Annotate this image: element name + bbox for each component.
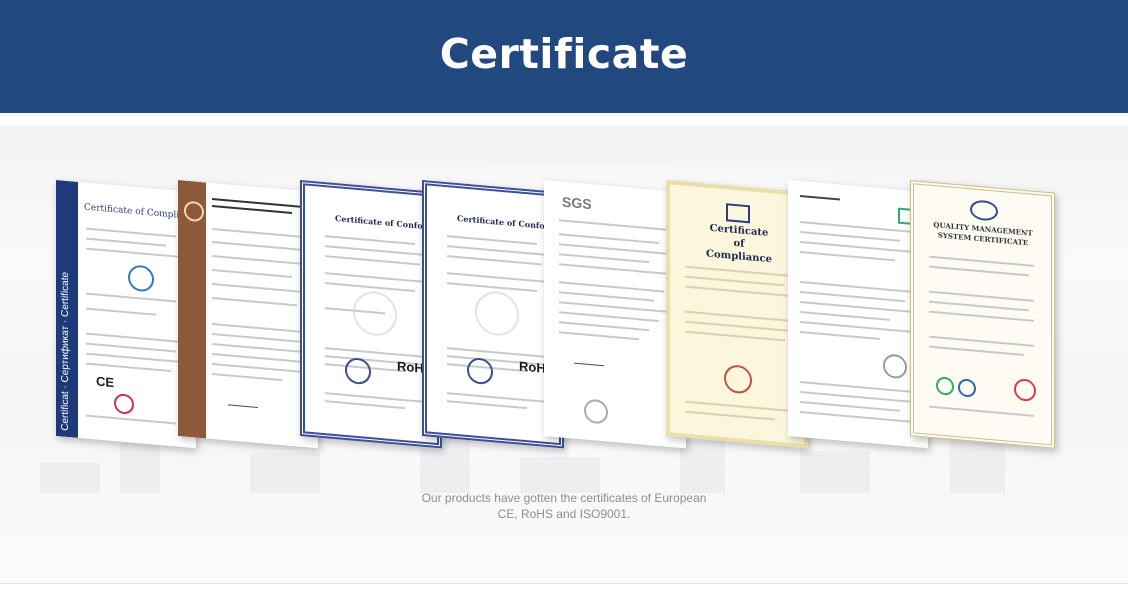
certificate-attestation[interactable]: [178, 180, 318, 449]
ce-mark-icon: CE: [96, 373, 115, 391]
seal-stamp-icon: [1014, 378, 1036, 403]
certificate-heading: QUALITY MANAGEMENT SYSTEM CERTIFICATE: [933, 220, 1033, 248]
page-title: Certificate: [439, 30, 689, 78]
certificate-conformity-2[interactable]: Certificate of Conformity RoHS: [422, 180, 564, 449]
certificate-quality-management[interactable]: QUALITY MANAGEMENT SYSTEM CERTIFICATE: [910, 180, 1055, 449]
accreditation-logo-icon: [936, 376, 954, 396]
certificate-sgs[interactable]: SGS: [544, 180, 686, 449]
certificate-compliance-gold[interactable]: Certificate of Compliance: [666, 180, 808, 449]
sgs-seal-icon: [584, 398, 608, 425]
signature-icon: [574, 352, 604, 367]
signature-icon: [228, 394, 258, 408]
iaf-logo-icon: [958, 378, 976, 398]
certificate-showcase: Certificat · Сертификат · Certificate Ce…: [0, 125, 1128, 584]
un-logo-icon: [726, 203, 750, 224]
certificate-side-text: Certificat · Сертификат · Certificate: [60, 271, 71, 432]
certificate-seal-icon: [128, 264, 154, 293]
sgs-logo: SGS: [562, 193, 592, 213]
certificate-heading: Certificate of Compliance: [705, 222, 772, 266]
bcm-seal-icon: [345, 356, 371, 386]
caption-line-2: CE, RoHS and ISO9001.: [497, 507, 631, 521]
caption-line-1: Our products have gotten the certificate…: [421, 491, 707, 505]
bcm-seal-icon: [467, 356, 493, 386]
page-header: Certificate: [0, 0, 1128, 113]
certificate-conformity-1[interactable]: Certificate of Conformity RoHS: [300, 180, 442, 449]
seal-stamp-icon: [724, 364, 752, 395]
certificate-test-report[interactable]: [788, 180, 928, 449]
certificate-ce-compliance[interactable]: Certificat · Сертификат · Certificate Ce…: [56, 180, 196, 449]
seal-stamp-icon: [883, 353, 907, 380]
cqc-logo-icon: [970, 199, 998, 222]
